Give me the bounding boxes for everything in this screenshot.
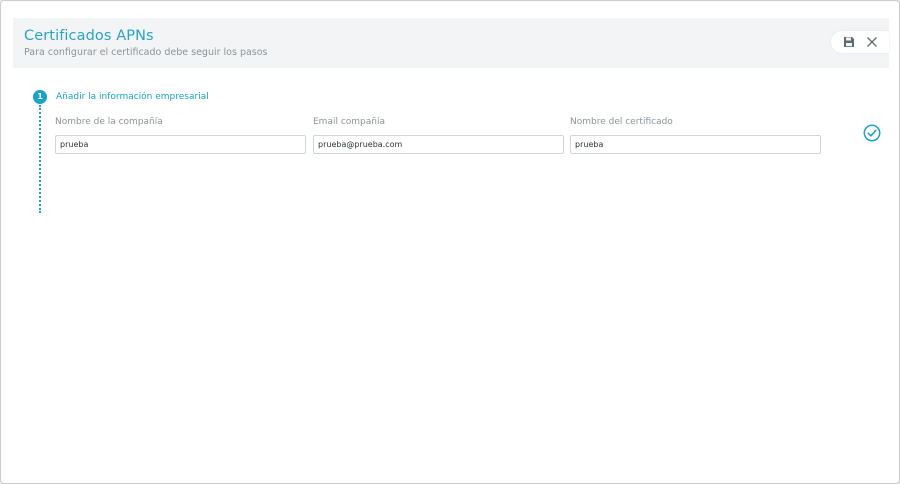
company-email-input[interactable] — [313, 135, 564, 154]
step-number-badge: 1 — [33, 90, 47, 104]
certificate-name-label: Nombre del certificado — [570, 117, 673, 127]
certificate-dialog: Certificados APNs Para configurar el cer… — [0, 0, 900, 484]
company-email-label: Email compañía — [313, 117, 385, 127]
header-actions — [831, 31, 889, 53]
check-circle-icon[interactable] — [863, 124, 881, 142]
company-email-field: Email compañía — [313, 117, 564, 154]
certificate-name-input[interactable] — [570, 135, 821, 154]
company-name-field: Nombre de la compañía — [55, 117, 306, 154]
dialog-title: Certificados APNs — [24, 28, 154, 44]
step-connector-line — [39, 105, 41, 213]
company-name-label: Nombre de la compañía — [55, 117, 163, 127]
close-icon[interactable] — [865, 35, 879, 49]
dialog-header: Certificados APNs Para configurar el cer… — [13, 18, 889, 68]
certificate-name-field: Nombre del certificado — [570, 117, 821, 154]
save-icon[interactable] — [842, 35, 856, 49]
step-title: Añadir la información empresarial — [56, 92, 209, 102]
dialog-subtitle: Para configurar el certificado debe segu… — [24, 47, 268, 58]
company-name-input[interactable] — [55, 135, 306, 154]
